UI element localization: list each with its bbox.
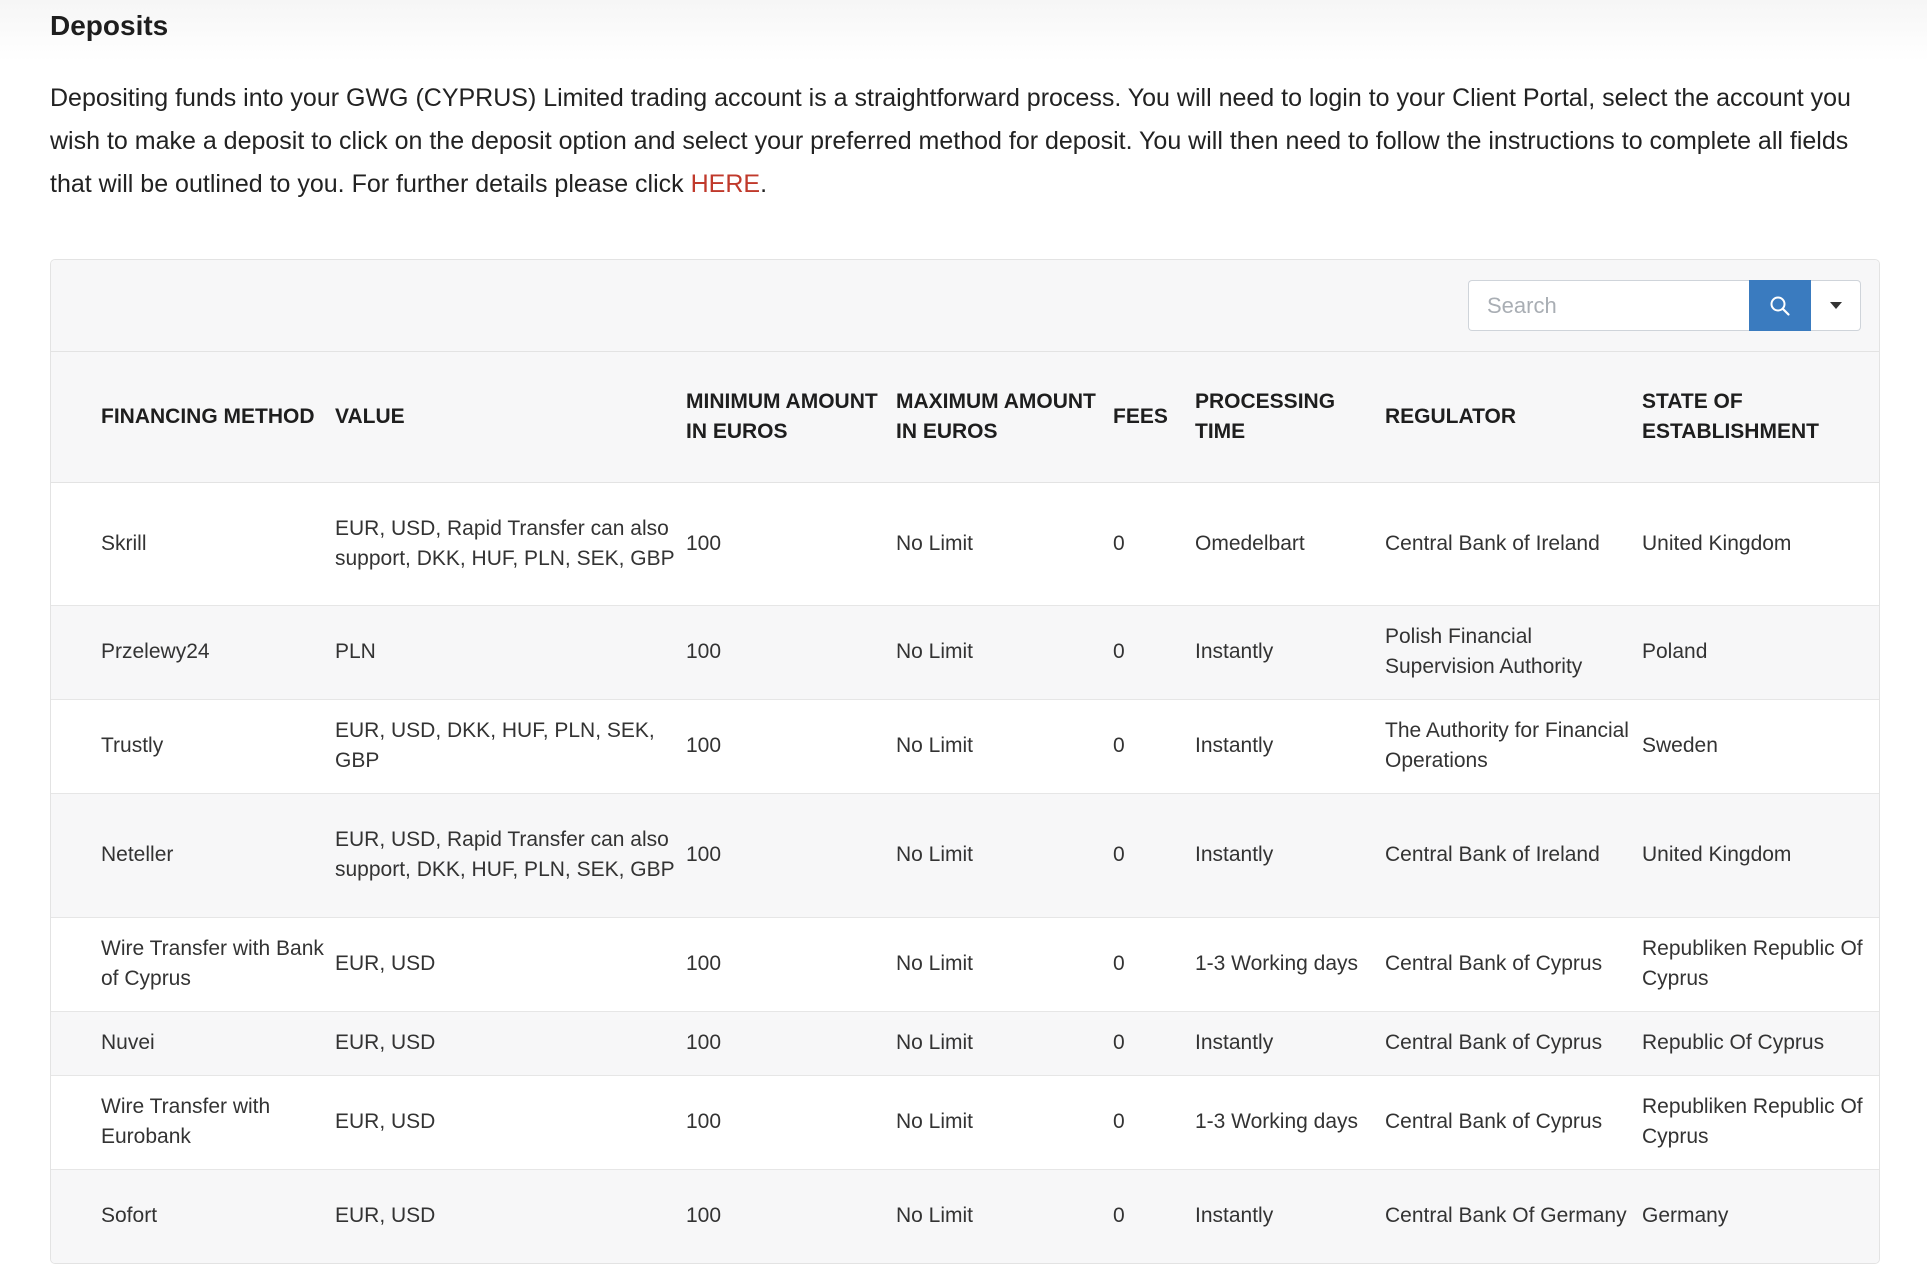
cell-regulator: The Authority for Financial Operations <box>1385 699 1642 794</box>
table-row: Neteller EUR, USD, Rapid Transfer can al… <box>51 793 1879 918</box>
here-link[interactable]: HERE <box>691 170 760 198</box>
cell-fees: 0 <box>1113 605 1195 700</box>
cell-state: Poland <box>1642 605 1879 700</box>
cell-minimum: 100 <box>686 482 896 606</box>
header-band <box>0 0 1927 62</box>
cell-regulator: Polish Financial Supervision Authority <box>1385 605 1642 700</box>
table-toolbar <box>51 260 1879 352</box>
cell-fees: 0 <box>1113 482 1195 606</box>
cell-fees: 0 <box>1113 1011 1195 1076</box>
cell-regulator: Central Bank Of Germany <box>1385 1169 1642 1263</box>
cell-processing-time: 1-3 Working days <box>1195 917 1385 1012</box>
search-button[interactable] <box>1749 280 1811 331</box>
caret-down-icon <box>1829 302 1842 309</box>
cell-maximum: No Limit <box>896 1011 1113 1076</box>
cell-minimum: 100 <box>686 917 896 1012</box>
cell-state: United Kingdom <box>1642 793 1879 918</box>
cell-maximum: No Limit <box>896 1075 1113 1170</box>
cell-fees: 0 <box>1113 1075 1195 1170</box>
cell-fees: 0 <box>1113 917 1195 1012</box>
cell-method: Wire Transfer with Eurobank <box>51 1075 335 1170</box>
cell-regulator: Central Bank of Cyprus <box>1385 1011 1642 1076</box>
cell-maximum: No Limit <box>896 605 1113 700</box>
cell-value: EUR, USD <box>335 1169 686 1263</box>
cell-regulator: Central Bank of Ireland <box>1385 482 1642 606</box>
header-processing-time[interactable]: PROCESSING TIME <box>1195 352 1385 483</box>
intro-text: Depositing funds into your GWG (CYPRUS) … <box>50 84 1851 198</box>
table-row: Nuvei EUR, USD 100 No Limit 0 Instantly … <box>51 1011 1879 1076</box>
cell-method: Skrill <box>51 482 335 606</box>
cell-processing-time: Instantly <box>1195 1169 1385 1263</box>
cell-regulator: Central Bank of Cyprus <box>1385 1075 1642 1170</box>
header-maximum-amount[interactable]: MAXIMUM AMOUNT IN EUROS <box>896 352 1113 483</box>
cell-fees: 0 <box>1113 699 1195 794</box>
table-row: Przelewy24 PLN 100 No Limit 0 Instantly … <box>51 605 1879 700</box>
table-header-row: FINANCING METHOD VALUE MINIMUM AMOUNT IN… <box>51 352 1879 483</box>
cell-fees: 0 <box>1113 1169 1195 1263</box>
cell-state: United Kingdom <box>1642 482 1879 606</box>
cell-value: EUR, USD <box>335 1011 686 1076</box>
cell-state: Germany <box>1642 1169 1879 1263</box>
cell-value: EUR, USD <box>335 1075 686 1170</box>
cell-minimum: 100 <box>686 1169 896 1263</box>
page-title: Deposits <box>50 10 169 41</box>
cell-minimum: 100 <box>686 1011 896 1076</box>
search-icon <box>1770 296 1790 316</box>
cell-method: Sofort <box>51 1169 335 1263</box>
table-row: Wire Transfer with Bank of Cyprus EUR, U… <box>51 917 1879 1012</box>
cell-regulator: Central Bank of Cyprus <box>1385 917 1642 1012</box>
cell-value: EUR, USD, DKK, HUF, PLN, SEK, GBP <box>335 699 686 794</box>
table-row: Skrill EUR, USD, Rapid Transfer can also… <box>51 482 1879 606</box>
search-input[interactable] <box>1468 280 1749 331</box>
deposit-methods-table: FINANCING METHOD VALUE MINIMUM AMOUNT IN… <box>51 352 1879 1263</box>
header-fees[interactable]: FEES <box>1113 352 1195 483</box>
cell-minimum: 100 <box>686 1075 896 1170</box>
cell-method: Wire Transfer with Bank of Cyprus <box>51 917 335 1012</box>
cell-minimum: 100 <box>686 793 896 918</box>
cell-state: Republiken Republic Of Cyprus <box>1642 917 1879 1012</box>
cell-minimum: 100 <box>686 605 896 700</box>
header-state-of-establishment[interactable]: STATE OF ESTABLISHMENT <box>1642 352 1879 483</box>
cell-maximum: No Limit <box>896 1169 1113 1263</box>
cell-value: EUR, USD, Rapid Transfer can also suppor… <box>335 482 686 606</box>
cell-maximum: No Limit <box>896 917 1113 1012</box>
cell-maximum: No Limit <box>896 482 1113 606</box>
columns-dropdown-button[interactable] <box>1811 280 1861 331</box>
cell-fees: 0 <box>1113 793 1195 918</box>
table-row: Trustly EUR, USD, DKK, HUF, PLN, SEK, GB… <box>51 699 1879 794</box>
table-row: Wire Transfer with Eurobank EUR, USD 100… <box>51 1075 1879 1170</box>
header-value[interactable]: VALUE <box>335 352 686 483</box>
cell-minimum: 100 <box>686 699 896 794</box>
cell-method: Przelewy24 <box>51 605 335 700</box>
cell-maximum: No Limit <box>896 699 1113 794</box>
cell-state: Sweden <box>1642 699 1879 794</box>
cell-value: EUR, USD <box>335 917 686 1012</box>
intro-paragraph: Depositing funds into your GWG (CYPRUS) … <box>50 77 1880 206</box>
table-row: Sofort EUR, USD 100 No Limit 0 Instantly… <box>51 1169 1879 1263</box>
header-financing-method[interactable]: FINANCING METHOD <box>51 352 335 483</box>
cell-processing-time: Instantly <box>1195 605 1385 700</box>
cell-regulator: Central Bank of Ireland <box>1385 793 1642 918</box>
cell-method: Nuvei <box>51 1011 335 1076</box>
cell-processing-time: Instantly <box>1195 1011 1385 1076</box>
intro-end: . <box>760 170 768 198</box>
cell-processing-time: 1-3 Working days <box>1195 1075 1385 1170</box>
cell-method: Neteller <box>51 793 335 918</box>
header-minimum-amount[interactable]: MINIMUM AMOUNT IN EUROS <box>686 352 896 483</box>
cell-method: Trustly <box>51 699 335 794</box>
cell-processing-time: Omedelbart <box>1195 482 1385 606</box>
deposit-methods-panel: FINANCING METHOD VALUE MINIMUM AMOUNT IN… <box>50 259 1880 1264</box>
cell-value: EUR, USD, Rapid Transfer can also suppor… <box>335 793 686 918</box>
cell-processing-time: Instantly <box>1195 793 1385 918</box>
cell-value: PLN <box>335 605 686 700</box>
cell-maximum: No Limit <box>896 793 1113 918</box>
header-regulator[interactable]: REGULATOR <box>1385 352 1642 483</box>
search-group <box>1468 280 1861 331</box>
cell-state: Republic Of Cyprus <box>1642 1011 1879 1076</box>
cell-processing-time: Instantly <box>1195 699 1385 794</box>
cell-state: Republiken Republic Of Cyprus <box>1642 1075 1879 1170</box>
